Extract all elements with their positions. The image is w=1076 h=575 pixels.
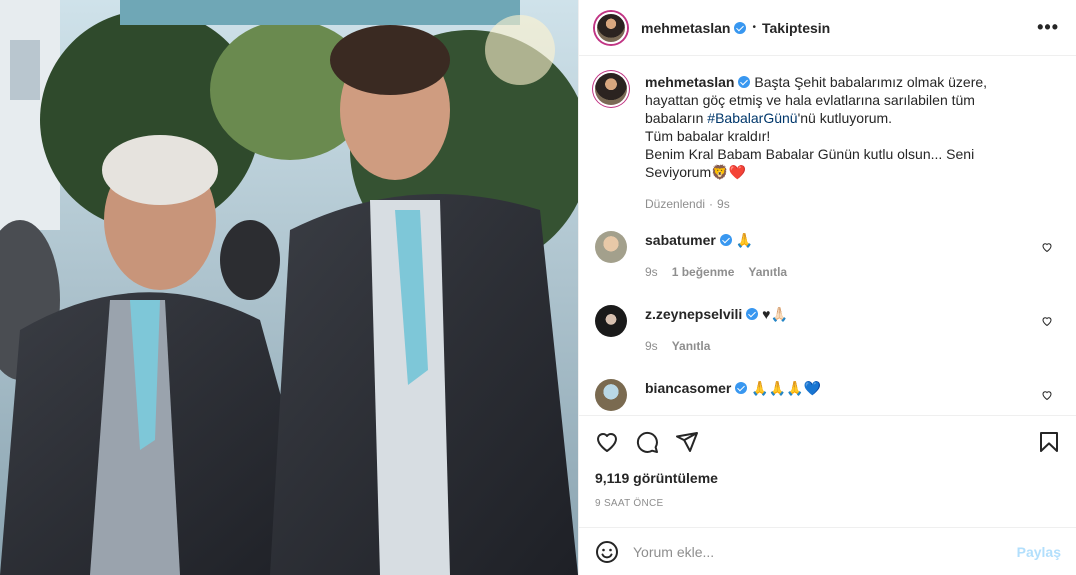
post-photo[interactable]	[0, 0, 578, 575]
caption-body: mehmetaslan Başta Şehit babalarımız olma…	[645, 73, 1061, 213]
comment-likes[interactable]: 1 beğenme	[672, 263, 735, 281]
comment-username[interactable]: sabatumer	[645, 232, 716, 248]
comment-text: ♥🙏🏻	[762, 306, 788, 322]
comment-username[interactable]: biancasomer	[645, 380, 731, 396]
like-comment-icon[interactable]	[1041, 241, 1053, 253]
comment-time[interactable]: 9s	[645, 263, 658, 281]
verified-icon	[734, 21, 747, 34]
comment-username[interactable]: z.zeynepselvili	[645, 306, 742, 322]
like-comment-icon[interactable]	[1041, 389, 1053, 401]
caption: mehmetaslan Başta Şehit babalarımız olma…	[595, 73, 1061, 213]
caption-line-3: Benim Kral Babam Babalar Günün kutlu ols…	[645, 146, 975, 180]
post-actions: 9,119 görüntüleme 9 SAAT ÖNCE	[579, 415, 1076, 509]
caption-text-2: 'nü kutluyorum.	[797, 110, 893, 126]
reply-button[interactable]: Yanıtla	[748, 263, 787, 281]
verified-icon	[735, 382, 748, 394]
comment-bubble-icon[interactable]	[635, 430, 659, 454]
post-photo-illustration	[0, 0, 578, 575]
post-comment-button[interactable]: Paylaş	[1017, 544, 1061, 560]
caption-meta: Düzenlendi · 9s	[645, 195, 1025, 213]
follow-status-button[interactable]: Takiptesin	[762, 20, 830, 36]
action-icons	[595, 416, 1061, 468]
post-time-ago[interactable]: 9 SAAT ÖNCE	[595, 498, 1061, 509]
comment-body: z.zeynepselvili ♥🙏🏻 9s Yanıtla	[645, 305, 824, 355]
comment-text: 🙏🙏🙏💙	[751, 380, 821, 396]
share-plane-icon[interactable]	[675, 430, 699, 454]
commenter-avatar[interactable]	[595, 231, 627, 263]
comment-body: sabatumer 🙏 9s 1 beğenme Yanıtla	[645, 231, 823, 281]
author-avatar[interactable]	[595, 11, 627, 44]
author-username[interactable]: mehmetaslan	[641, 20, 730, 36]
comment-item: sabatumer 🙏 9s 1 beğenme Yanıtla	[595, 231, 1061, 281]
commenter-avatar[interactable]	[595, 379, 627, 411]
emoji-icon[interactable]	[595, 540, 619, 564]
like-comment-icon[interactable]	[1041, 315, 1053, 327]
edited-label: Düzenlendi	[645, 197, 706, 211]
add-comment-bar: Paylaş	[579, 527, 1076, 575]
verified-icon	[719, 234, 732, 246]
post-detail-panel: mehmetaslan • Takiptesin ••• mehmetaslan…	[578, 0, 1076, 575]
caption-line-2: Tüm babalar kraldır!	[645, 128, 771, 144]
comment-meta: 9s 1 beğenme Yanıtla	[645, 263, 787, 281]
comments-section[interactable]: mehmetaslan Başta Şehit babalarımız olma…	[579, 57, 1076, 415]
author-avatar-small[interactable]	[595, 73, 627, 105]
separator-dot: ·	[709, 197, 714, 211]
reply-button[interactable]: Yanıtla	[672, 337, 711, 355]
comment-text: 🙏	[735, 232, 754, 248]
caption-username[interactable]: mehmetaslan	[645, 74, 734, 90]
separator-dot: •	[752, 22, 756, 33]
post-header: mehmetaslan • Takiptesin •••	[579, 0, 1076, 56]
more-options-icon[interactable]: •••	[1037, 18, 1059, 36]
caption-time[interactable]: 9s	[717, 195, 730, 213]
verified-icon	[738, 76, 751, 88]
commenter-avatar[interactable]	[595, 305, 627, 337]
comment-item: biancasomer 🙏🙏🙏💙	[595, 379, 1061, 411]
comment-time[interactable]: 9s	[645, 337, 658, 355]
save-bookmark-icon[interactable]	[1037, 430, 1061, 454]
comment-item: z.zeynepselvili ♥🙏🏻 9s Yanıtla	[595, 305, 1061, 355]
comment-meta: 9s Yanıtla	[645, 337, 788, 355]
view-count[interactable]: 9,119 görüntüleme	[595, 470, 1061, 486]
comment-body: biancasomer 🙏🙏🙏💙	[645, 379, 857, 411]
hashtag-link[interactable]: #BabalarGünü	[707, 110, 797, 126]
verified-icon	[746, 308, 759, 320]
comment-input[interactable]	[633, 543, 1017, 560]
like-heart-icon[interactable]	[595, 430, 619, 454]
